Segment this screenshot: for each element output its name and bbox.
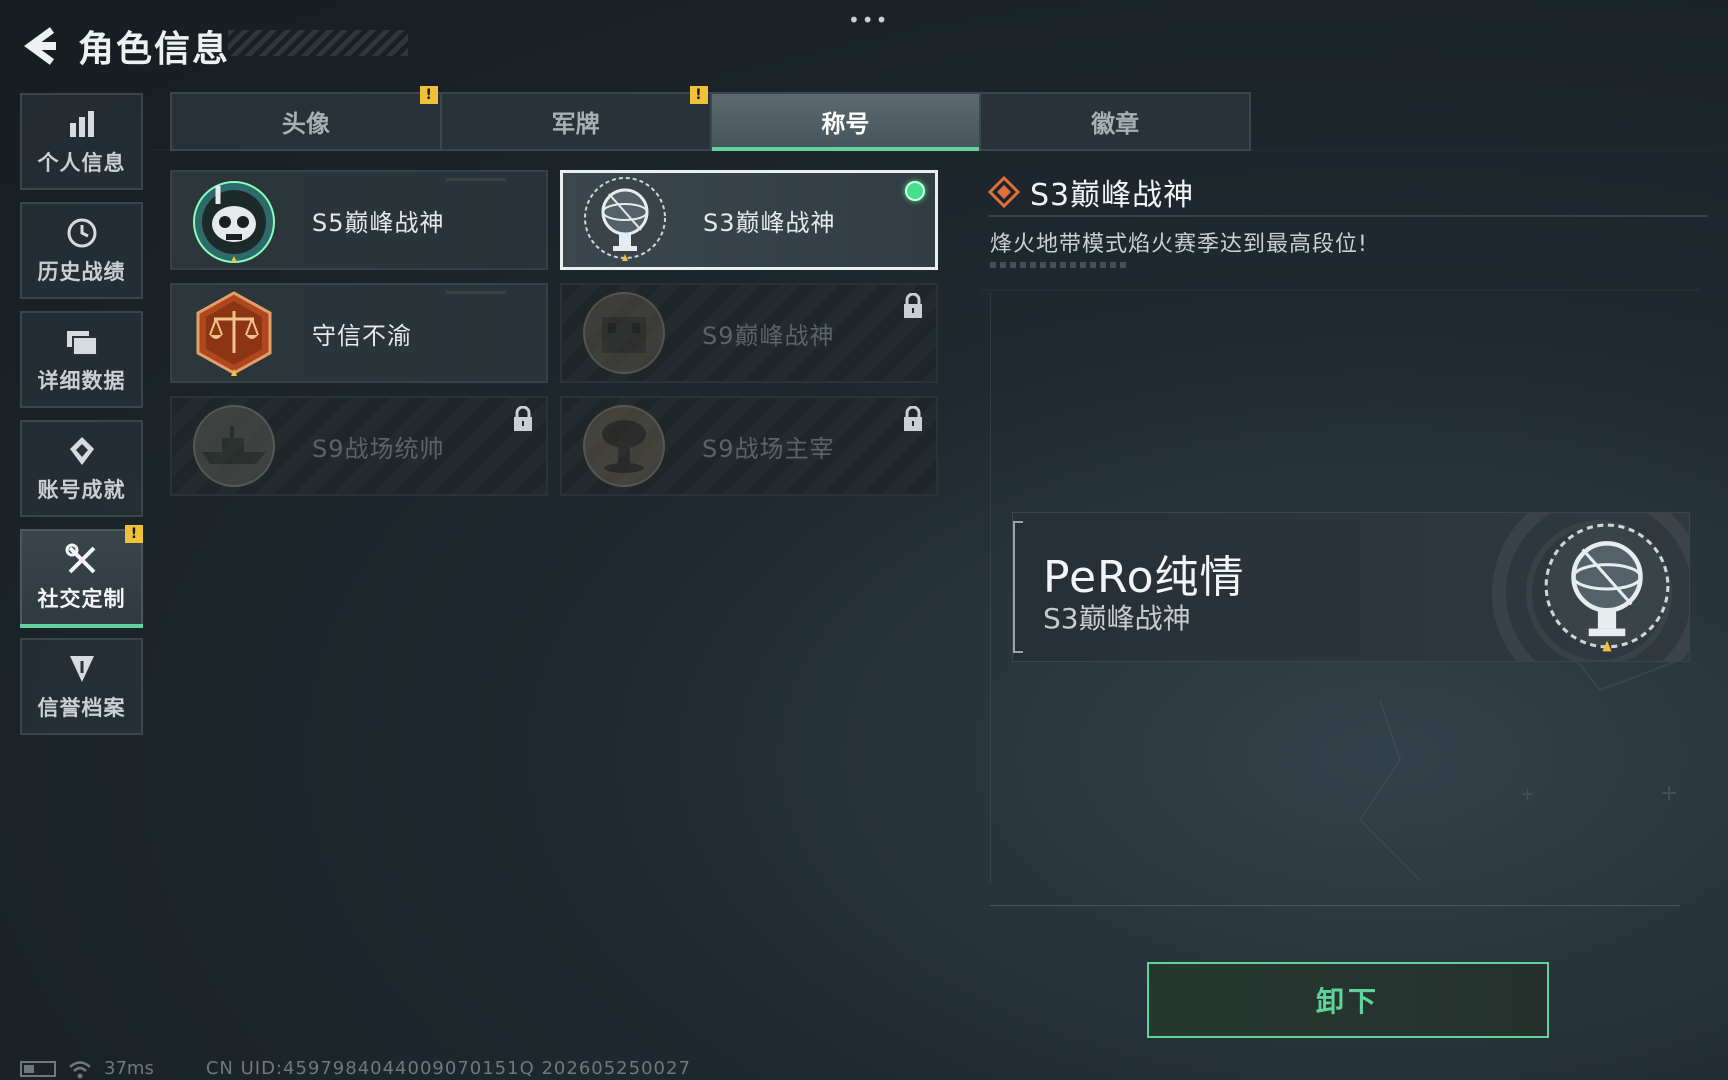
card-decoration	[446, 178, 506, 181]
title-card-label: S9巅峰战神	[702, 321, 835, 350]
sidebar-item-detailed-data[interactable]: 详细数据	[20, 311, 143, 408]
battery-icon	[20, 1060, 56, 1077]
title-hatch-decoration	[228, 30, 408, 56]
divider	[988, 215, 1708, 217]
title-card[interactable]: 守信不渝	[170, 283, 548, 383]
warning-badge-icon: !	[419, 86, 438, 104]
description-decoration	[990, 262, 1130, 268]
title-card-label: S3巅峰战神	[703, 208, 836, 237]
unequip-button[interactable]: 卸下	[1147, 962, 1549, 1038]
ruined-building-emblem-icon	[583, 292, 665, 374]
sidebar-item-label: 账号成就	[37, 477, 126, 502]
plate-bracket-decoration	[1013, 521, 1023, 653]
title-card[interactable]: S9巅峰战神	[560, 283, 938, 383]
divider	[990, 905, 1680, 906]
lock-icon	[904, 293, 922, 318]
warning-badge-icon: !	[125, 525, 143, 543]
tools-icon	[65, 543, 99, 577]
tab-label: 称号	[821, 110, 870, 138]
ping-value: 37ms	[104, 1058, 154, 1079]
title-card[interactable]: S3巅峰战神	[560, 170, 938, 270]
armillary-sphere-emblem-icon	[1544, 523, 1670, 652]
sidebar-item-achievements[interactable]: 账号成就	[20, 420, 143, 517]
tab-label: 徽章	[1091, 110, 1140, 138]
sidebar-item-label: 详细数据	[37, 368, 126, 393]
back-button[interactable]	[20, 24, 60, 68]
title-card-label: 守信不渝	[312, 321, 412, 350]
justice-scale-emblem-icon	[196, 291, 272, 376]
folder-icon	[65, 325, 99, 359]
equipped-indicator-icon	[905, 181, 925, 201]
status-bar: 37ms CN UID:4597984044009070151Q 2026052…	[20, 1058, 691, 1079]
tab-label: 军牌	[551, 110, 600, 138]
tab-badge[interactable]: 徽章	[981, 94, 1249, 149]
detail-title: S3巅峰战神	[1030, 178, 1195, 213]
mushroom-cloud-emblem-icon	[583, 405, 665, 487]
shield-icon	[65, 652, 99, 686]
tab-dog-tag[interactable]: 军牌 !	[442, 86, 712, 149]
tab-title[interactable]: 称号	[711, 94, 982, 151]
page-header: 角色信息	[20, 20, 230, 72]
title-card-label: S9战场统帅	[312, 434, 445, 463]
medal-icon	[65, 434, 99, 468]
detail-header: S3巅峰战神	[988, 170, 1194, 214]
tab-label: 头像	[281, 110, 330, 138]
wifi-icon	[69, 1060, 91, 1078]
sidebar-item-label: 历史战绩	[37, 259, 126, 284]
card-decoration	[446, 291, 506, 294]
armillary-sphere-emblem-icon	[584, 177, 666, 261]
diamond-title-icon	[988, 176, 1020, 208]
clock-icon	[65, 216, 99, 250]
sidebar-item-history[interactable]: 历史战绩	[20, 202, 143, 299]
window-menu-dots[interactable]: •••	[848, 8, 889, 32]
title-card[interactable]: S9战场主宰	[560, 396, 938, 496]
back-arrow-icon	[24, 27, 56, 65]
sidebar: 个人信息 历史战绩 详细数据 账号成就 ! 社交定制 信誉档案	[20, 93, 143, 747]
detail-description: 烽火地带模式焰火赛季达到最高段位!	[990, 232, 1368, 257]
sidebar-item-label: 个人信息	[37, 150, 126, 175]
player-name: PeRo纯情	[1043, 552, 1245, 603]
nameplate-preview: PeRo纯情 S3巅峰战神	[1012, 512, 1690, 662]
title-card-label: S9战场主宰	[702, 434, 835, 463]
title-card[interactable]: S9战场统帅	[170, 396, 548, 496]
title-card[interactable]: S5巅峰战神	[170, 170, 548, 270]
title-card-label: S5巅峰战神	[312, 208, 445, 237]
equipped-title: S3巅峰战神	[1043, 602, 1191, 635]
bar-chart-icon	[65, 107, 99, 141]
sidebar-item-label: 社交定制	[37, 586, 126, 611]
warning-badge-icon: !	[689, 86, 708, 104]
sidebar-item-social-custom[interactable]: ! 社交定制	[20, 525, 143, 628]
diver-skull-emblem-icon	[193, 181, 275, 263]
player-uid: CN UID:4597984044009070151Q 202605250027	[205, 1058, 691, 1079]
title-grid: S5巅峰战神 S3巅峰战神 守信不渝 S9巅峰战神 S9战场统帅 S9战场主宰	[170, 170, 938, 496]
lock-icon	[514, 406, 532, 431]
page-title: 角色信息	[78, 29, 231, 70]
lock-icon	[904, 406, 922, 431]
sidebar-item-personal-info[interactable]: 个人信息	[20, 93, 143, 190]
warship-emblem-icon	[193, 405, 275, 487]
category-tabs: 头像 ! 军牌 ! 称号 徽章	[170, 86, 1251, 151]
sidebar-item-label: 信誉档案	[37, 695, 126, 720]
sidebar-item-credit-record[interactable]: 信誉档案	[20, 638, 143, 735]
tab-avatar[interactable]: 头像 !	[172, 86, 442, 149]
